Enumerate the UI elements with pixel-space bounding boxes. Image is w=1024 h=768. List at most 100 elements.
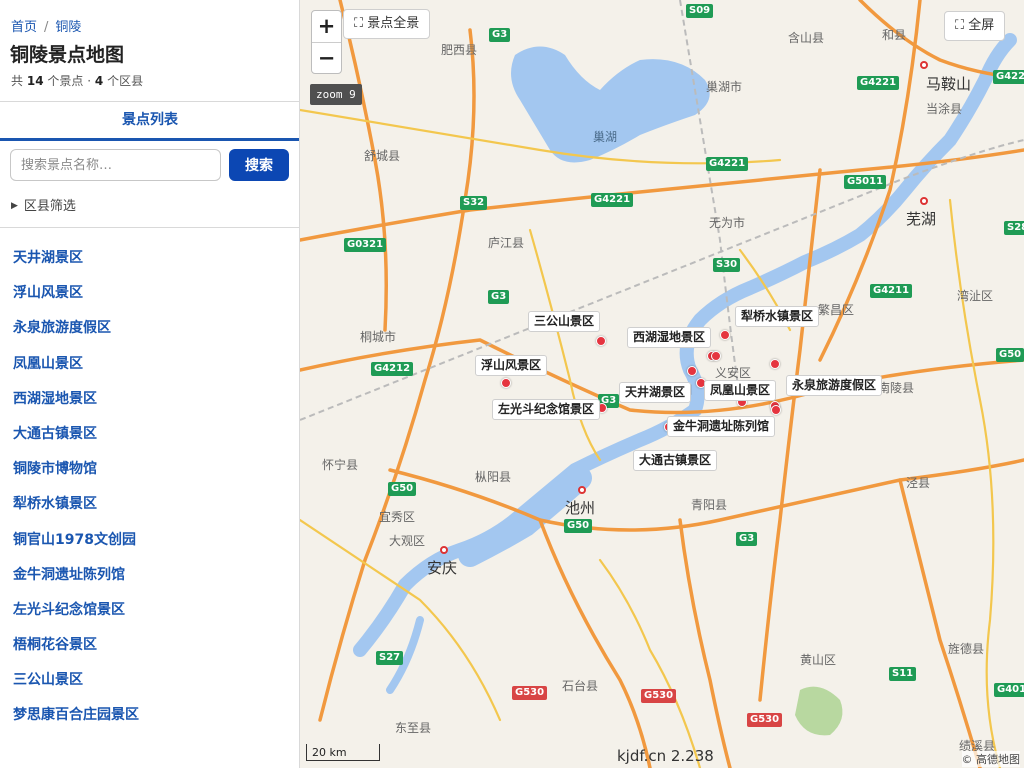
spot-marker[interactable] (687, 366, 697, 376)
spot-list-item[interactable]: 西湖湿地景区 (13, 390, 139, 425)
county-label: 巢湖市 (706, 80, 743, 94)
search-input[interactable] (10, 149, 221, 181)
district-filter-label: 区县筛选 (23, 199, 76, 214)
chaohu-lake (511, 46, 710, 163)
spot-list-item[interactable]: 金牛洞遗址陈列馆 (13, 566, 139, 601)
tab-spot-list[interactable]: 景点列表 (0, 102, 299, 141)
stats-prefix: 共 (11, 74, 24, 88)
road-shield: S11 (889, 667, 917, 681)
city-label: 安庆 (427, 559, 458, 577)
road-shield: G4221 (706, 157, 749, 171)
district-filter-toggle[interactable]: ▶ 区县筛选 (11, 195, 76, 214)
stats-spot-unit: 个景点 (47, 74, 84, 88)
spot-list-item[interactable]: 左光斗纪念馆景区 (13, 601, 139, 636)
city-dot (920, 197, 928, 205)
road-shield: G4012 (994, 683, 1024, 697)
county-label: 庐江县 (488, 236, 525, 250)
spot-map-label[interactable]: 天井湖景区 (619, 382, 692, 403)
spot-map-label[interactable]: 凤凰山景区 (704, 380, 777, 401)
county-label: 含山县 (788, 31, 825, 45)
city-dot (920, 61, 928, 69)
spot-map-label[interactable]: 犁桥水镇景区 (735, 306, 820, 327)
county-label: 青阳县 (691, 498, 728, 512)
road-shield: G530 (512, 686, 548, 700)
city-label: 池州 (565, 499, 596, 517)
zoom-control: + − (311, 10, 342, 74)
breadcrumb-current-link[interactable]: 铜陵 (55, 20, 81, 35)
spot-list-item[interactable]: 铜官山1978文创园 (13, 531, 139, 566)
spot-map-label[interactable]: 大通古镇景区 (633, 450, 718, 471)
spot-list-item[interactable]: 梧桐花谷景区 (13, 636, 139, 671)
spot-list-item[interactable]: 梦思康百合庄园景区 (13, 706, 139, 741)
road-shield: S27 (376, 651, 404, 665)
county-label: 东至县 (395, 721, 432, 735)
county-label: 黄山区 (800, 653, 837, 667)
county-label: 石台县 (562, 679, 599, 693)
spot-map-label[interactable]: 西湖湿地景区 (627, 327, 712, 348)
road-shield: G5011 (844, 175, 887, 189)
spot-list-item[interactable]: 铜陵市博物馆 (13, 460, 139, 495)
spot-marker[interactable] (711, 351, 721, 361)
city-label: 芜湖 (906, 210, 937, 228)
county-label: 无为市 (709, 216, 746, 230)
spot-marker[interactable] (501, 378, 511, 388)
road-shield: G0321 (344, 238, 387, 252)
spot-map-label[interactable]: 永泉旅游度假区 (786, 375, 883, 396)
spot-marker[interactable] (720, 330, 730, 340)
stats-district-unit: 个区县 (107, 74, 144, 88)
spot-list-item[interactable]: 浮山风景区 (13, 284, 139, 319)
county-label: 怀宁县 (322, 458, 359, 472)
road-shield: G4221 (857, 76, 900, 90)
road-shield: S28 (1004, 221, 1024, 235)
spot-map-label[interactable]: 三公山景区 (528, 311, 601, 332)
spot-list-item[interactable]: 犁桥水镇景区 (13, 495, 139, 530)
road-shield: G50 (996, 348, 1024, 362)
county-label: 和县 (882, 28, 907, 42)
zoom-level-badge: zoom 9 (310, 84, 362, 105)
fullscreen-label: 全屏 (968, 18, 995, 33)
sidebar: 首页 / 铜陵 铜陵景点地图 共 14 个景点 · 4 个区县 景点列表 搜索 ▶ 区… (0, 0, 300, 768)
spot-list-item[interactable]: 永泉旅游度假区 (13, 319, 139, 354)
spot-list-item[interactable]: 凤凰山景区 (13, 355, 139, 390)
road-shield: G530 (747, 713, 783, 727)
road-shield: G4211 (870, 284, 913, 298)
fullscreen-button[interactable]: ⛶ 全屏 (944, 11, 1006, 41)
map-canvas[interactable]: + − ⛶ 景点全景 ⛶ 全屏 zoom 9 马鞍山 芜湖 池州 安庆 巢湖 含… (300, 0, 1024, 768)
county-label: 桐城市 (360, 330, 397, 344)
footer-version-text: kjdf.cn 2.238 (617, 747, 714, 765)
spot-map-label[interactable]: 浮山风景区 (475, 355, 548, 376)
spot-map-label[interactable]: 金牛洞遗址陈列馆 (667, 416, 776, 437)
spot-count: 14 (26, 74, 44, 88)
city-dot (578, 486, 586, 494)
stats-dot: · (87, 74, 92, 88)
road-shield: G3 (736, 532, 758, 546)
spot-marker[interactable] (770, 359, 780, 369)
spot-list-item[interactable]: 天井湖景区 (13, 249, 139, 284)
breadcrumb-home-link[interactable]: 首页 (11, 20, 37, 35)
county-label: 南陵县 (878, 381, 915, 395)
map-attribution: © 高德地图 (961, 751, 1020, 767)
river-widening (458, 466, 592, 567)
road-shield: G50 (564, 519, 593, 533)
fit-all-label: 景点全景 (367, 16, 420, 31)
spot-list: 天井湖景区 浮山风景区 永泉旅游度假区 凤凰山景区 西湖湿地景区 大通古镇景区 … (13, 249, 139, 742)
county-label: 舒城县 (364, 149, 401, 163)
fit-all-button[interactable]: ⛶ 景点全景 (343, 9, 431, 39)
road-shield: G3 (489, 28, 511, 42)
expand-icon: ⛶ (955, 18, 969, 33)
road-shield: G4221 (591, 193, 634, 207)
page-stats: 共 14 个景点 · 4 个区县 (11, 72, 143, 89)
search-button[interactable]: 搜索 (229, 149, 289, 181)
road-shield: G50 (388, 482, 417, 496)
road-shield: S30 (713, 258, 741, 272)
spot-map-label[interactable]: 左光斗纪念馆景区 (492, 399, 601, 420)
divider (0, 227, 299, 228)
park-area (795, 686, 843, 736)
spot-list-item[interactable]: 大通古镇景区 (13, 425, 139, 460)
zoom-out-button[interactable]: − (312, 43, 341, 74)
road-shield: S09 (686, 4, 714, 18)
zoom-in-button[interactable]: + (312, 11, 341, 42)
spot-marker[interactable] (596, 336, 606, 346)
spot-marker[interactable] (771, 405, 781, 415)
spot-list-item[interactable]: 三公山景区 (13, 671, 139, 706)
